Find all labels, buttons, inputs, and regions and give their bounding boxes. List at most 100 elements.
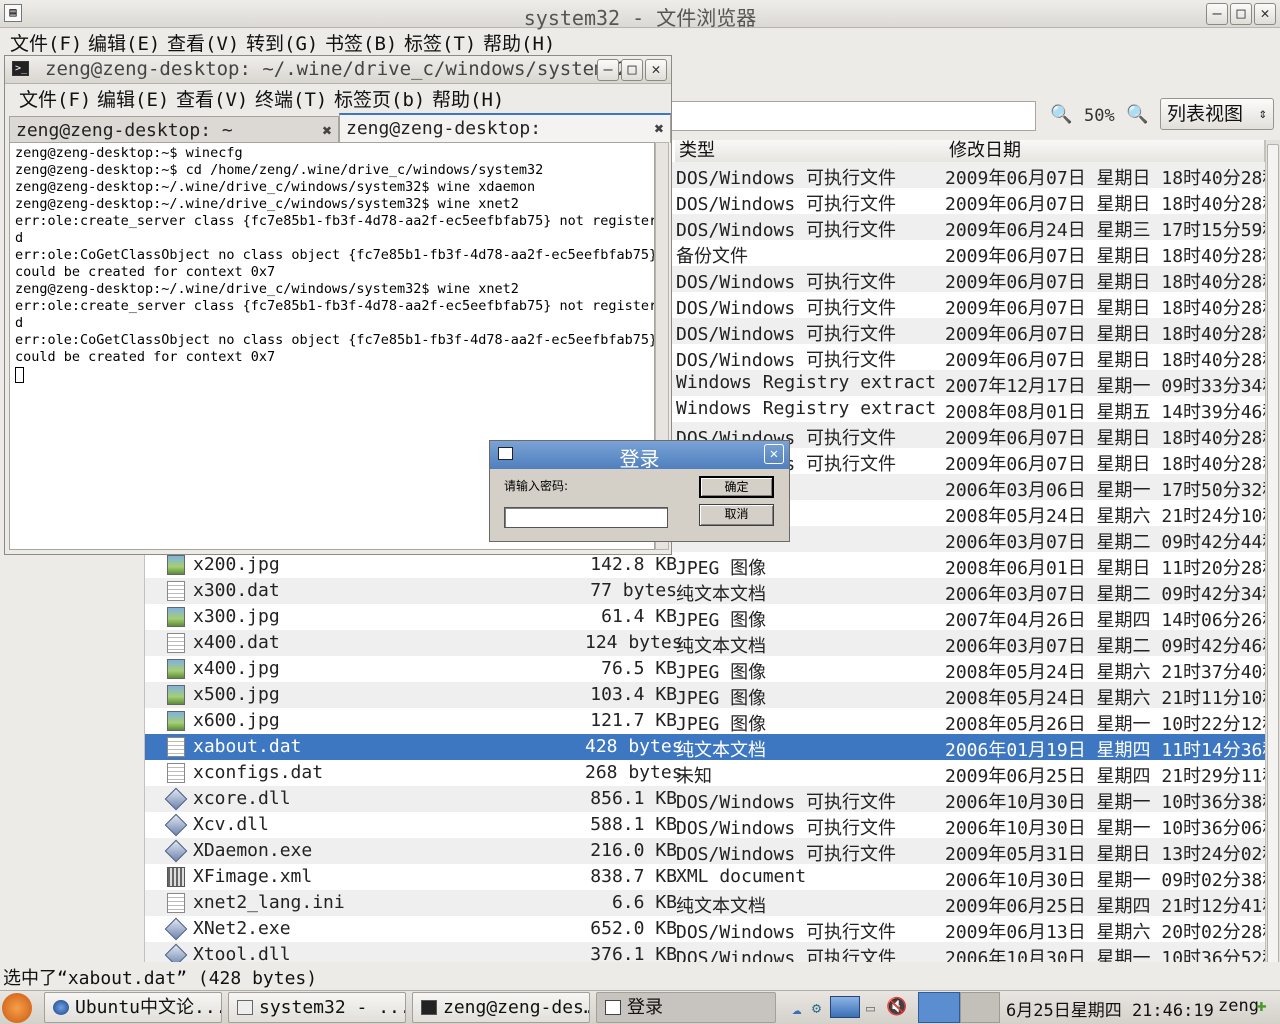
ubuntu-menu-icon[interactable] [2,993,32,1023]
firefox-icon [53,1000,69,1015]
term-menu-help[interactable]: 帮助(H) [432,85,504,112]
view-mode-select[interactable]: 列表视图 ⇕ [1160,98,1274,130]
terminal-line: d [15,230,24,246]
dialog-titlebar[interactable]: 登录 ✕ [490,441,789,471]
table-row[interactable]: x200.jpg 142.8 KB JPEG 图像 2008年06月01日 星期日 1… [145,552,1265,579]
scrollbar-thumb[interactable] [1267,144,1279,964]
dialog-close-button[interactable]: ✕ [764,444,784,464]
zoom-in-icon[interactable]: 🔍 [1126,104,1148,125]
status-bar: 选中了“xabout.dat” (428 bytes) [0,962,1280,989]
file-type: Windows Registry extract [676,372,937,393]
minimize-button[interactable]: – [1206,3,1228,25]
table-row[interactable]: x500.jpg 103.4 KB JPEG 图像 2008年05月24日 星期六 2… [145,682,1265,709]
close-button[interactable]: ✕ [1254,3,1276,25]
terminal-maximize-button[interactable]: □ [621,59,643,81]
table-row[interactable]: XFimage.xml 838.7 KB XML document 2006年10月3… [145,864,1265,891]
network-icon[interactable]: ⚙ [812,999,821,1017]
file-type: DOS/Windows 可执行文件 [676,948,897,962]
column-header-modified[interactable]: 修改日期 [945,140,1265,164]
tab-close-icon[interactable]: ✖ [654,115,664,143]
cancel-button[interactable]: 取消 [699,504,774,526]
password-input[interactable] [504,507,668,528]
menu-edit[interactable]: 编辑(E) [88,29,160,56]
terminal-line: zeng@zeng-desktop:~$ winecfg [15,145,243,161]
file-type: DOS/Windows 可执行文件 [676,350,897,371]
printer-icon[interactable]: ▭ [866,999,875,1017]
zoom-out-icon[interactable]: 🔍 [1050,104,1072,125]
terminal-minimize-button[interactable]: – [597,59,619,81]
tab-close-icon[interactable]: ✖ [322,117,332,145]
terminal-icon[interactable]: >_ [12,61,29,76]
table-row[interactable]: XDaemon.exe 216.0 KB DOS/Windows 可执行文件 2009… [145,838,1265,865]
menu-view[interactable]: 查看(V) [167,29,239,56]
table-row[interactable]: x300.dat 77 bytes 纯文本文档 2006年03月07日 星期二 09时… [145,578,1265,605]
table-row[interactable]: x400.jpg 76.5 KB JPEG 图像 2008年05月24日 星期六 21… [145,656,1265,683]
menu-file[interactable]: 文件(F) [10,29,82,56]
file-name: XFimage.xml [193,866,313,887]
tab-system32[interactable]: zeng@zeng-desktop: ~/.wine/driv… ✖ [339,113,671,167]
menu-tabs[interactable]: 标签(T) [404,29,476,56]
term-menu-terminal[interactable]: 终端(T) [255,85,327,112]
file-type: 未知 [676,766,712,787]
file-date: 2008年05月26日 星期一 10时22分12秒 [945,714,1265,735]
window-titlebar[interactable]: ▤ system32 - 文件浏览器 – □ ✕ [0,0,1280,30]
file-type: DOS/Windows 可执行文件 [676,844,897,865]
table-row[interactable]: xcore.dll 856.1 KB DOS/Windows 可执行文件 2006年1… [145,786,1265,813]
table-row[interactable]: xconfigs.dat 268 bytes 未知 2009年06月25日 星期四 2… [145,760,1265,787]
location-input[interactable] [660,101,1036,131]
file-size: 856.1 KB [590,788,677,809]
file-type: DOS/Windows 可执行文件 [676,818,897,839]
menu-bookmarks[interactable]: 书签(B) [325,29,397,56]
terminal-titlebar[interactable]: >_ zeng@zeng-desktop: ~/.wine/drive_c/wi… [5,56,671,84]
exe-icon [164,813,188,837]
workspace-2[interactable] [960,992,1000,1023]
file-date: 2009年06月25日 星期四 21时29分11秒 [945,766,1265,787]
zoom-level[interactable]: 50% [1084,106,1115,126]
file-size: 142.8 KB [590,554,677,575]
menu-help[interactable]: 帮助(H) [483,29,555,56]
updown-arrows-icon: ⇕ [1258,106,1267,122]
table-row[interactable]: xnet2_lang.ini 6.6 KB 纯文本文档 2009年06月25日 星期四… [145,890,1265,917]
term-menu-edit[interactable]: 编辑(E) [97,85,169,112]
table-row[interactable]: x600.jpg 121.7 KB JPEG 图像 2008年05月26日 星期一 1… [145,708,1265,735]
terminal-line: err:ole:create_server class {fc7e85b1-fb… [15,298,655,314]
cloud-icon[interactable]: ☁ [792,999,802,1018]
file-date: 2009年06月24日 星期三 17时15分59秒 [945,220,1265,241]
table-row[interactable]: x400.dat 124 bytes 纯文本文档 2006年03月07日 星期二 09… [145,630,1265,657]
task-browser[interactable]: Ubuntu中文论... [44,992,222,1023]
file-name: x400.jpg [193,658,280,679]
terminal-line: zeng@zeng-desktop:~/.wine/drive_c/window… [15,281,519,297]
term-menu-file[interactable]: 文件(F) [19,85,91,112]
table-row[interactable]: xabout.dat 428 bytes 纯文本文档 2006年01月19日 星期四 … [145,734,1265,761]
table-row[interactable]: Xtool.dll 376.1 KB DOS/Windows 可执行文件 2006年1… [145,942,1265,962]
terminal-title: zeng@zeng-desktop: ~/.wine/drive_c/windo… [45,58,629,80]
terminal-icon [421,1000,437,1015]
user-name[interactable]: zeng [1218,996,1259,1016]
task-terminal[interactable]: zeng@zeng-des… [412,992,590,1023]
clock[interactable]: 6月25日星期四 21:46:19 [1006,996,1214,1021]
ok-button[interactable]: 确定 [699,476,774,498]
file-date: 2006年10月30日 星期一 10时36分38秒 [945,792,1265,813]
term-menu-tabs[interactable]: 标签页(b) [334,85,425,112]
file-date: 2007年12月17日 星期一 09时33分34秒 [945,376,1265,397]
workspace-1[interactable] [918,992,960,1023]
task-file-browser[interactable]: system32 - ... [228,992,406,1023]
menu-go[interactable]: 转到(G) [246,29,318,56]
terminal-lines: zeng@zeng-desktop:~$ winecfg zeng@zeng-de… [15,145,655,366]
display-icon[interactable] [830,996,860,1018]
table-row[interactable]: XNet2.exe 652.0 KB DOS/Windows 可执行文件 2009年0… [145,916,1265,943]
table-row[interactable]: Xcv.dll 588.1 KB DOS/Windows 可执行文件 2006年10月… [145,812,1265,839]
file-date: 2009年06月07日 星期日 18时40分28秒 [945,168,1265,189]
file-name: x400.dat [193,632,280,653]
terminal-close-button[interactable]: ✕ [645,59,667,81]
volume-muted-icon[interactable]: 🔇 [886,997,907,1017]
task-login[interactable]: 登录 [596,992,776,1023]
column-header-type[interactable]: 类型 [675,140,947,164]
term-menu-view[interactable]: 查看(V) [176,85,248,112]
file-size: 652.0 KB [590,918,677,939]
maximize-button[interactable]: □ [1230,3,1252,25]
table-row[interactable]: x300.jpg 61.4 KB JPEG 图像 2007年04月26日 星期四 14… [145,604,1265,631]
tab-home[interactable]: zeng@zeng-desktop: ~ ✖ [9,116,339,143]
power-icon[interactable]: ✚ [1256,995,1267,1016]
list-scrollbar[interactable] [1265,140,1280,964]
